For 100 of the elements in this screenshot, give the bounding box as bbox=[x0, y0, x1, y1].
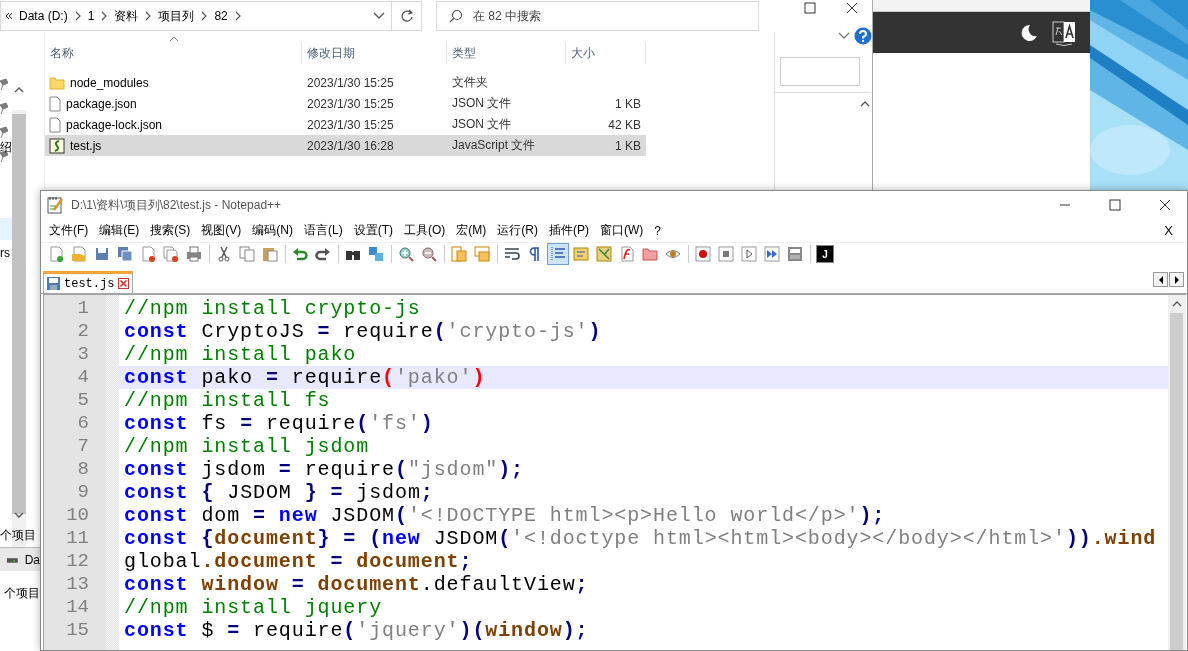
nav-item-label[interactable]: rs bbox=[0, 246, 10, 260]
undo-icon bbox=[292, 246, 308, 262]
function-list-icon bbox=[619, 246, 635, 262]
code-line: //npm install pako bbox=[123, 343, 358, 366]
file-type: JSON 文件 bbox=[450, 116, 513, 133]
file-row[interactable]: node_modules 2023/1/30 15:25 文件夹 bbox=[44, 72, 646, 93]
menu-item[interactable]: 视图(V) bbox=[197, 222, 246, 239]
menu-item[interactable]: 文件(F) bbox=[45, 222, 93, 239]
close-icon[interactable] bbox=[846, 2, 858, 14]
menu-item[interactable]: 运行(R) bbox=[493, 222, 542, 239]
file-row[interactable]: test.js 2023/1/30 16:28 JavaScript 文件 1 KB bbox=[44, 135, 646, 156]
chevron-right-icon bbox=[233, 11, 242, 21]
menu-item[interactable]: 设置(T) bbox=[349, 222, 397, 239]
drive-label[interactable]: Da bbox=[24, 552, 40, 567]
save-macro-icon bbox=[787, 246, 803, 262]
column-header[interactable]: 修改日期 bbox=[301, 42, 447, 64]
zoom-out-icon bbox=[421, 246, 437, 262]
chevron-down-icon[interactable] bbox=[373, 12, 385, 20]
pin-icon[interactable] bbox=[0, 102, 8, 116]
nav-item-label[interactable]: 绍 bbox=[0, 139, 12, 156]
scrollbar-thumb[interactable] bbox=[1170, 313, 1183, 650]
code-line: const fs = require('fs') bbox=[123, 412, 435, 435]
pin-icon[interactable] bbox=[0, 78, 8, 92]
file-row[interactable]: package.json 2023/1/30 15:25 JSON 文件 1 KB bbox=[44, 93, 646, 114]
address-bar[interactable]: Data (D:) 1 资料 项目列 82 bbox=[0, 1, 392, 31]
file-type: JSON 文件 bbox=[450, 95, 513, 112]
column-header[interactable]: 名称 bbox=[44, 42, 302, 64]
menu-item[interactable]: 编辑(E) bbox=[95, 222, 144, 239]
menu-item[interactable]: 插件(P) bbox=[545, 222, 593, 239]
item-count: 个项目 bbox=[0, 527, 36, 544]
file-type: 文件夹 bbox=[450, 74, 489, 91]
toolbar-button[interactable] bbox=[692, 243, 714, 265]
double-chevron-icon[interactable] bbox=[5, 11, 13, 21]
file-name[interactable]: package.json bbox=[65, 96, 137, 111]
menu-item[interactable]: ? bbox=[650, 223, 665, 238]
scroll-right-button[interactable] bbox=[1169, 272, 1184, 287]
folder-icon bbox=[642, 246, 658, 262]
maximize-icon[interactable] bbox=[1109, 199, 1121, 211]
translate-icon[interactable] bbox=[1052, 19, 1076, 46]
file-icon bbox=[48, 116, 61, 133]
code-line: const $ = require('jquery')(window); bbox=[123, 619, 590, 642]
triangle-right-icon bbox=[1173, 275, 1180, 284]
file-name[interactable]: node_modules bbox=[69, 75, 149, 90]
refresh-button[interactable] bbox=[392, 1, 422, 31]
menu-item[interactable]: 语言(L) bbox=[300, 222, 347, 239]
breadcrumb-item[interactable]: 项目列 bbox=[158, 7, 195, 25]
code-line: const { JSDOM } = jsdom; bbox=[123, 481, 435, 504]
zoom-in-icon bbox=[398, 246, 414, 262]
new-file-icon bbox=[48, 246, 64, 262]
chevron-right-icon bbox=[73, 11, 82, 21]
chevron-up-icon[interactable] bbox=[14, 86, 24, 93]
modified-date: 2023/1/30 16:28 bbox=[305, 138, 395, 153]
chevron-up-icon[interactable] bbox=[1172, 300, 1182, 307]
pin-icon[interactable] bbox=[0, 126, 8, 140]
line-number: 7 bbox=[76, 435, 90, 458]
breadcrumb-item[interactable]: Data (D:) bbox=[19, 9, 68, 23]
breadcrumb-item[interactable]: 资料 bbox=[114, 7, 139, 25]
menu-item[interactable]: 宏(M) bbox=[452, 222, 491, 239]
close-icon[interactable] bbox=[1159, 199, 1171, 211]
breadcrumb-item[interactable]: 1 bbox=[87, 9, 95, 23]
menu-item[interactable]: 工具(O) bbox=[400, 222, 450, 239]
scroll-left-button[interactable] bbox=[1153, 272, 1168, 287]
replace-icon bbox=[368, 246, 384, 262]
line-number: 6 bbox=[76, 412, 90, 435]
file-name[interactable]: test.js bbox=[69, 138, 102, 153]
menu-item[interactable]: 编码(N) bbox=[248, 222, 297, 239]
maximize-icon[interactable] bbox=[804, 2, 816, 14]
vertical-scrollbar[interactable] bbox=[1168, 295, 1186, 650]
file-name[interactable]: package-lock.json bbox=[65, 117, 162, 132]
help-icon[interactable] bbox=[854, 27, 873, 45]
menu-item[interactable]: 搜索(S) bbox=[146, 222, 195, 239]
code-line: const {document} = (new JSDOM('<!doctype html><html><body></body></html>')).wind bbox=[123, 527, 1158, 550]
save-all-icon bbox=[117, 246, 133, 262]
item-count: 个项目 bbox=[3, 585, 40, 602]
toolbar-button[interactable]: J bbox=[814, 243, 836, 265]
open-file-icon bbox=[71, 246, 87, 262]
column-header[interactable]: 类型 bbox=[446, 42, 566, 64]
triangle-left-icon bbox=[1157, 275, 1164, 284]
drive-row[interactable]: Da bbox=[0, 547, 40, 571]
play-icon bbox=[741, 246, 757, 262]
line-number: 13 bbox=[65, 573, 90, 596]
close-document-button[interactable]: X bbox=[1158, 222, 1179, 239]
sync-scroll-icon bbox=[451, 246, 467, 262]
chevron-up-icon[interactable] bbox=[860, 100, 871, 107]
text-field[interactable] bbox=[780, 57, 861, 86]
line-number: 3 bbox=[76, 343, 90, 366]
code-line: global.document = document; bbox=[123, 550, 474, 573]
menu-item[interactable]: 窗口(W) bbox=[596, 222, 648, 239]
file-size: 42 KB bbox=[607, 117, 642, 132]
column-header[interactable]: 大小 bbox=[565, 42, 646, 64]
breadcrumb-item[interactable]: 82 bbox=[214, 9, 228, 23]
chevron-down-icon[interactable] bbox=[14, 512, 24, 519]
file-row[interactable]: package-lock.json 2023/1/30 15:25 JSON 文件 42 KB bbox=[44, 114, 646, 135]
scissors-icon bbox=[216, 246, 232, 262]
tab-label[interactable]: test.js bbox=[64, 276, 115, 291]
chevron-right-icon bbox=[144, 11, 153, 21]
chevron-down-icon[interactable] bbox=[838, 32, 851, 40]
search-field[interactable]: 在 82 中搜索 bbox=[436, 1, 759, 31]
file-tab[interactable]: test.js bbox=[43, 271, 134, 293]
code-line: //npm install fs bbox=[123, 389, 332, 412]
